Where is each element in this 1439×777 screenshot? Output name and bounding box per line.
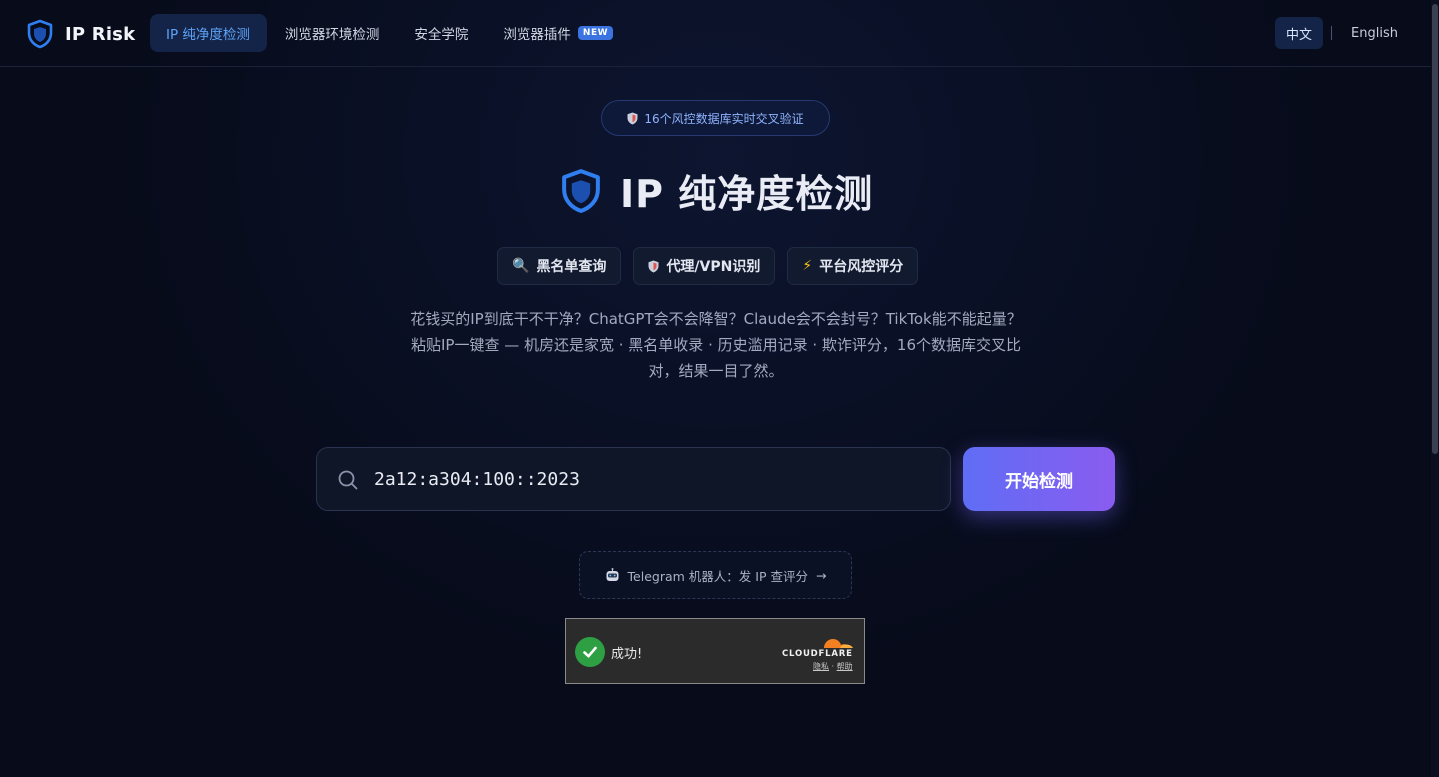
magnifier-icon: 🔍 [512, 258, 530, 274]
nav-browser-extension[interactable]: 浏览器插件 NEW [487, 14, 630, 52]
description-line-1: 花钱买的IP到底干不干净？ChatGPT会不会降智？Claude会不会封号？Ti… [410, 310, 1022, 328]
arrow-right-icon: → [815, 567, 827, 583]
lang-zh-button[interactable]: 中文 [1275, 17, 1324, 49]
search-icon [338, 470, 358, 490]
telegram-bot-link[interactable]: Telegram 机器人：发 IP 查评分 → [579, 551, 852, 599]
lang-divider [1331, 26, 1333, 40]
cloudflare-links: 隐私 · 帮助 [813, 661, 853, 672]
chip-blacklist-query: 🔍 黑名单查询 [497, 247, 622, 285]
shield-logo-icon [27, 19, 53, 49]
database-count-pill: 16个风控数据库实时交叉验证 [601, 100, 830, 136]
page-scrollbar[interactable] [1431, 0, 1439, 777]
privacy-link[interactable]: 隐私 [813, 662, 829, 671]
nav-security-academy[interactable]: 安全学院 [398, 14, 485, 52]
description-line-2: 粘贴IP一键查 — 机房还是家宽 · 黑名单收录 · 历史滥用记录 · 欺诈评分… [410, 336, 1021, 380]
nav-ip-purity-check[interactable]: IP 纯净度检测 [150, 14, 267, 52]
shield-icon [627, 112, 638, 124]
lang-en-button[interactable]: English [1340, 17, 1409, 49]
lightning-icon: ⚡ [802, 258, 813, 274]
nav-label: 浏览器环境检测 [284, 27, 380, 43]
nav-label: 浏览器插件 [503, 27, 571, 43]
new-badge: NEW [577, 26, 614, 40]
scrollbar-thumb[interactable] [1432, 4, 1438, 454]
shield-logo-icon [562, 168, 600, 213]
chip-label: 黑名单查询 [536, 259, 607, 275]
start-check-button[interactable]: 开始检测 [963, 447, 1115, 511]
cloudflare-brand: CLOUDFLARE [782, 649, 853, 659]
shield-icon [648, 260, 659, 272]
verification-status: 成功! [611, 647, 643, 662]
main-nav: IP 纯净度检测 浏览器环境检测 安全学院 浏览器插件 NEW [150, 14, 630, 52]
nav-browser-env-check[interactable]: 浏览器环境检测 [269, 14, 397, 52]
language-switcher: 中文 English [1275, 17, 1409, 49]
feature-chips: 🔍 黑名单查询 代理/VPN识别 ⚡ 平台风控评分 [497, 247, 919, 285]
page: IP Risk IP 纯净度检测 浏览器环境检测 安全学院 浏览器插件 NEW … [0, 0, 1439, 777]
robot-icon [606, 567, 619, 581]
cloudflare-turnstile-widget: 成功! CLOUDFLARE 隐私 · 帮助 [565, 618, 865, 684]
nav-label: IP 纯净度检测 [166, 27, 250, 43]
chip-label: 平台风控评分 [819, 259, 904, 275]
ip-input[interactable] [374, 448, 934, 510]
brand-name: IP Risk [65, 23, 136, 45]
brand[interactable]: IP Risk [27, 19, 135, 49]
top-navigation-bar: IP Risk IP 纯净度检测 浏览器环境检测 安全学院 浏览器插件 NEW … [0, 0, 1439, 67]
hero-title: IP 纯净度检测 [560, 163, 873, 218]
success-check-icon [575, 637, 605, 667]
hero-description: 花钱买的IP到底干不干净？ChatGPT会不会降智？Claude会不会封号？Ti… [410, 306, 1022, 384]
nav-label: 安全学院 [414, 27, 469, 43]
chip-label: 代理/VPN识别 [666, 259, 761, 275]
telegram-label: Telegram 机器人：发 IP 查评分 [627, 568, 808, 584]
chip-platform-risk-score: ⚡ 平台风控评分 [787, 247, 919, 285]
page-title: IP 纯净度检测 [620, 172, 874, 216]
ip-search-box [316, 447, 951, 511]
pill-text: 16个风控数据库实时交叉验证 [644, 111, 804, 126]
chip-proxy-vpn-detect: 代理/VPN识别 [633, 247, 776, 285]
links-separator: · [829, 662, 837, 671]
help-link[interactable]: 帮助 [837, 662, 853, 671]
